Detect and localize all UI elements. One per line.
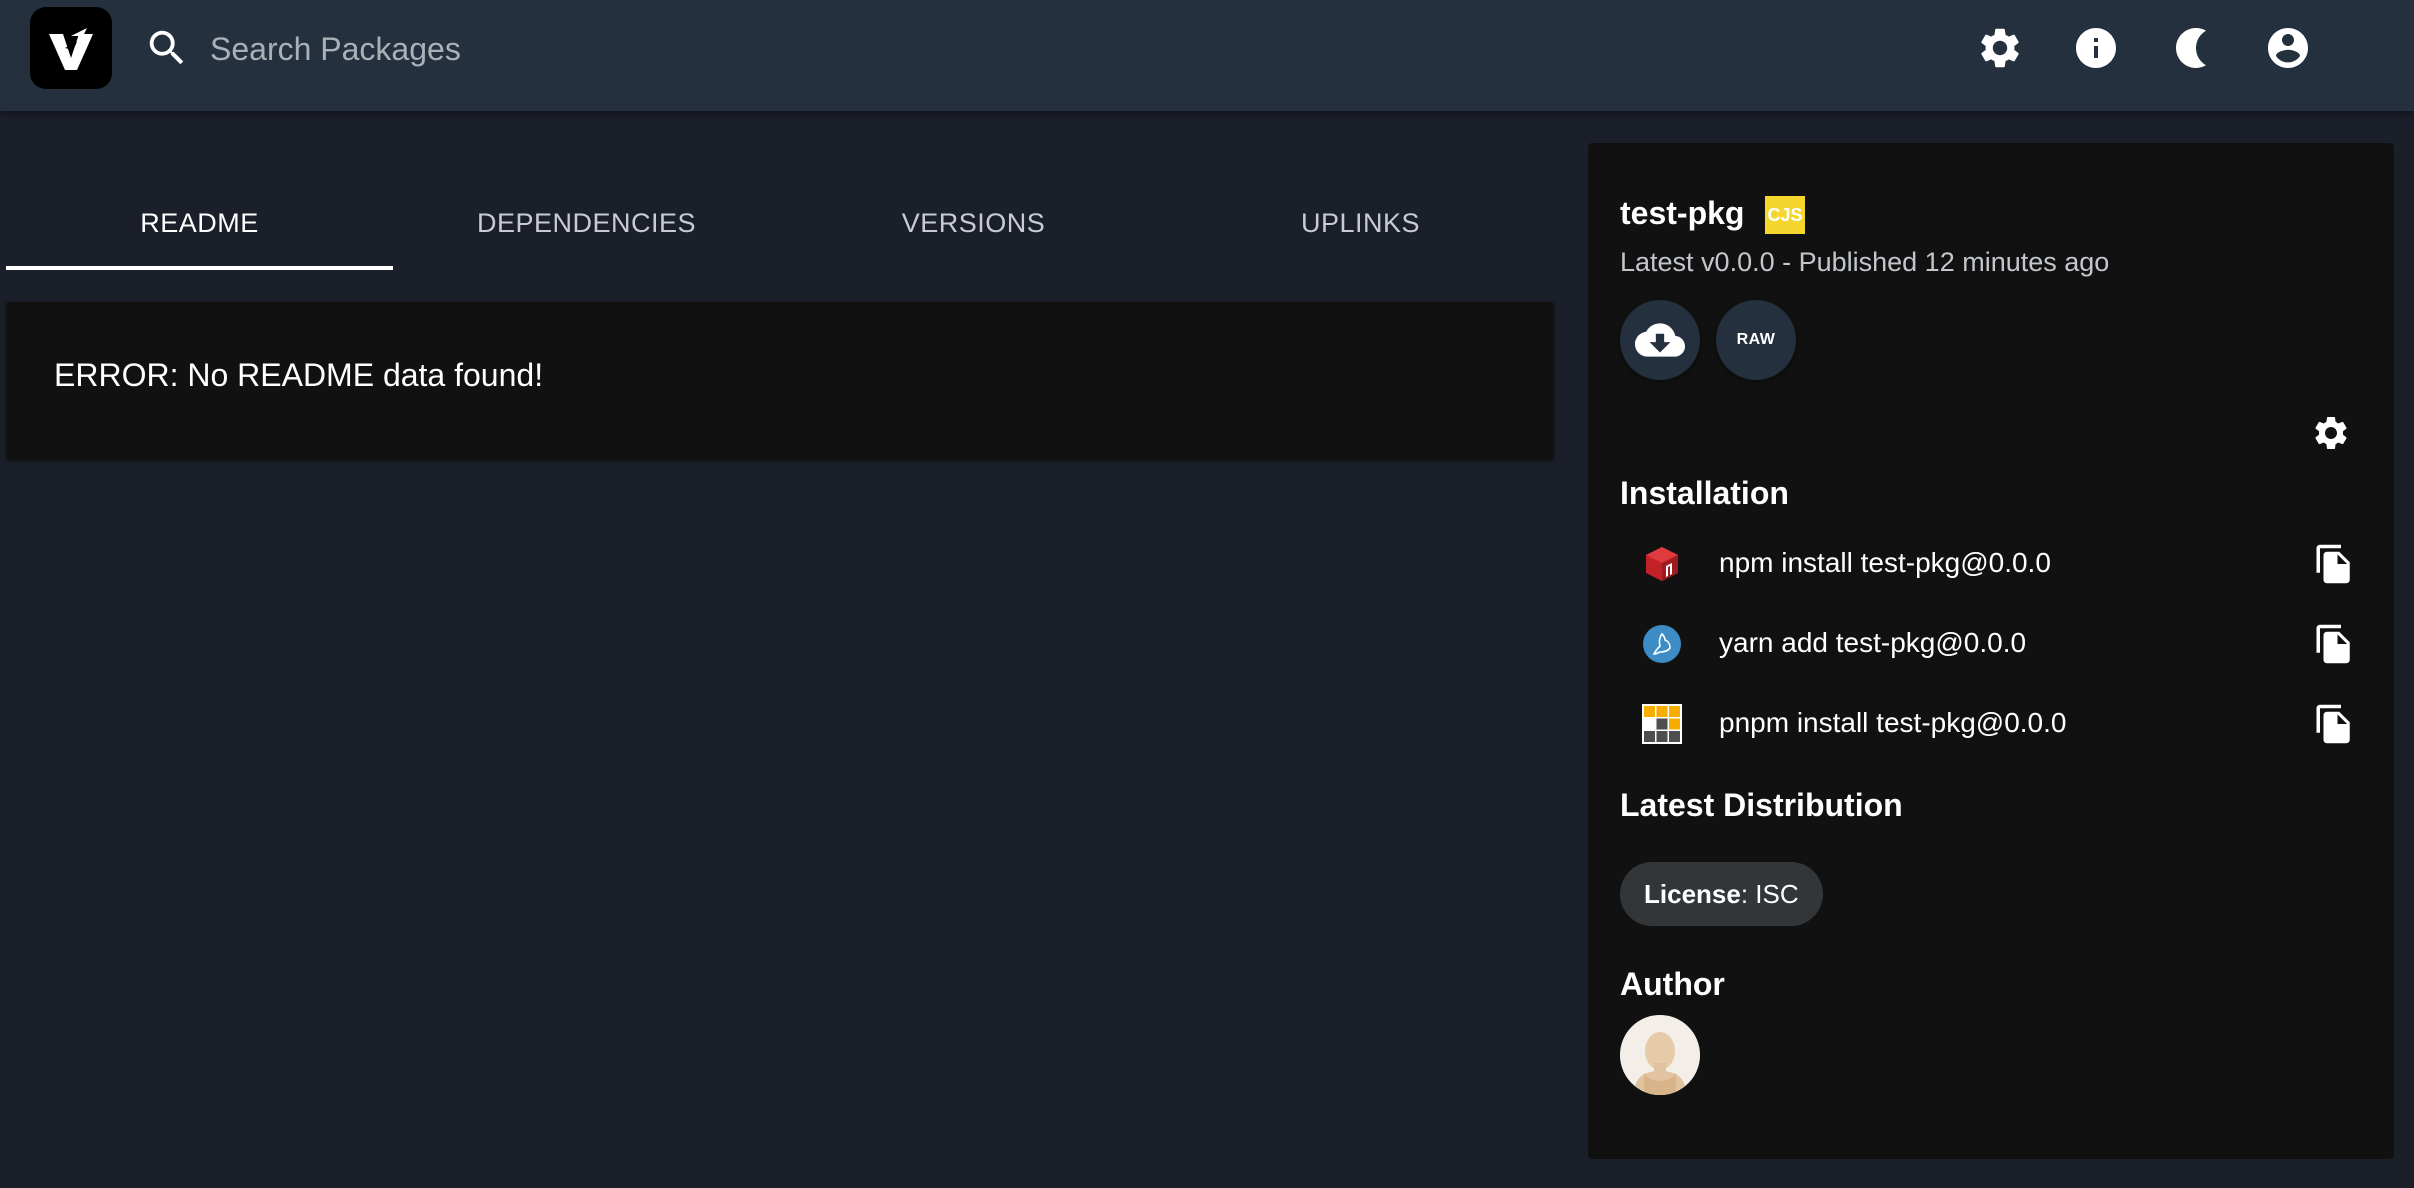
install-row-yarn[interactable]: yarn add test-pkg@0.0.0 [1588,608,2394,678]
search-icon [149,30,184,65]
package-version-subtitle: Latest v0.0.0 - Published 12 minutes ago [1620,247,2110,277]
author-avatar[interactable] [1620,1015,1700,1095]
logo-icon [49,28,93,70]
yarn-icon [1643,625,1681,663]
license-separator: : [1740,878,1756,909]
package-name: test-pkg [1620,195,1745,231]
license-chip: License: ISC [1620,862,1823,926]
search-input[interactable] [208,22,1112,76]
npm-icon [1646,547,1678,581]
author-heading: Author [1620,966,1725,1002]
copy-icon[interactable] [2313,543,2355,585]
gear-icon[interactable] [2311,413,2351,453]
readme-card: ERROR: No README data found! [6,302,1554,460]
account-icon[interactable] [2264,24,2312,72]
readme-error-message: ERROR: No README data found! [54,357,544,393]
install-row-npm[interactable]: npm install test-pkg@0.0.0 [1588,528,2394,598]
install-row-pnpm[interactable]: pnpm install test-pkg@0.0.0 [1588,688,2394,758]
tab-versions[interactable]: VERSIONS [780,180,1167,267]
tab-dependencies[interactable]: DEPENDENCIES [393,180,780,267]
top-app-bar [0,0,2414,111]
gear-icon[interactable] [1976,24,2024,72]
avatar-icon [1620,1015,1700,1095]
tab-uplinks[interactable]: UPLINKS [1167,180,1554,267]
moon-icon[interactable] [2168,24,2216,72]
cloud-download-icon [1635,323,1685,357]
raw-manifest-button[interactable]: RAW [1716,300,1796,380]
download-tarball-button[interactable] [1620,300,1700,380]
info-icon[interactable] [2072,24,2120,72]
raw-label: RAW [1736,331,1776,348]
install-command: npm install test-pkg@0.0.0 [1719,547,2051,578]
install-command: yarn add test-pkg@0.0.0 [1719,627,2027,658]
package-tabs: README DEPENDENCIES VERSIONS UPLINKS [6,180,1554,270]
verdaccio-logo[interactable] [30,7,112,89]
copy-icon[interactable] [2313,703,2355,745]
tab-readme[interactable]: README [6,180,393,267]
license-label: License [1644,878,1741,909]
pnpm-icon [1642,704,1682,744]
package-sidebar: test-pkg CJS Latest v0.0.0 - Published 1… [1588,143,2394,1159]
license-value: ISC [1755,878,1799,909]
latest-distribution-heading: Latest Distribution [1620,787,1903,823]
active-tab-indicator [6,266,393,270]
cjs-badge: CJS [1765,196,1805,234]
installation-heading: Installation [1620,475,1789,511]
copy-icon[interactable] [2313,623,2355,665]
install-command: pnpm install test-pkg@0.0.0 [1719,707,2067,738]
